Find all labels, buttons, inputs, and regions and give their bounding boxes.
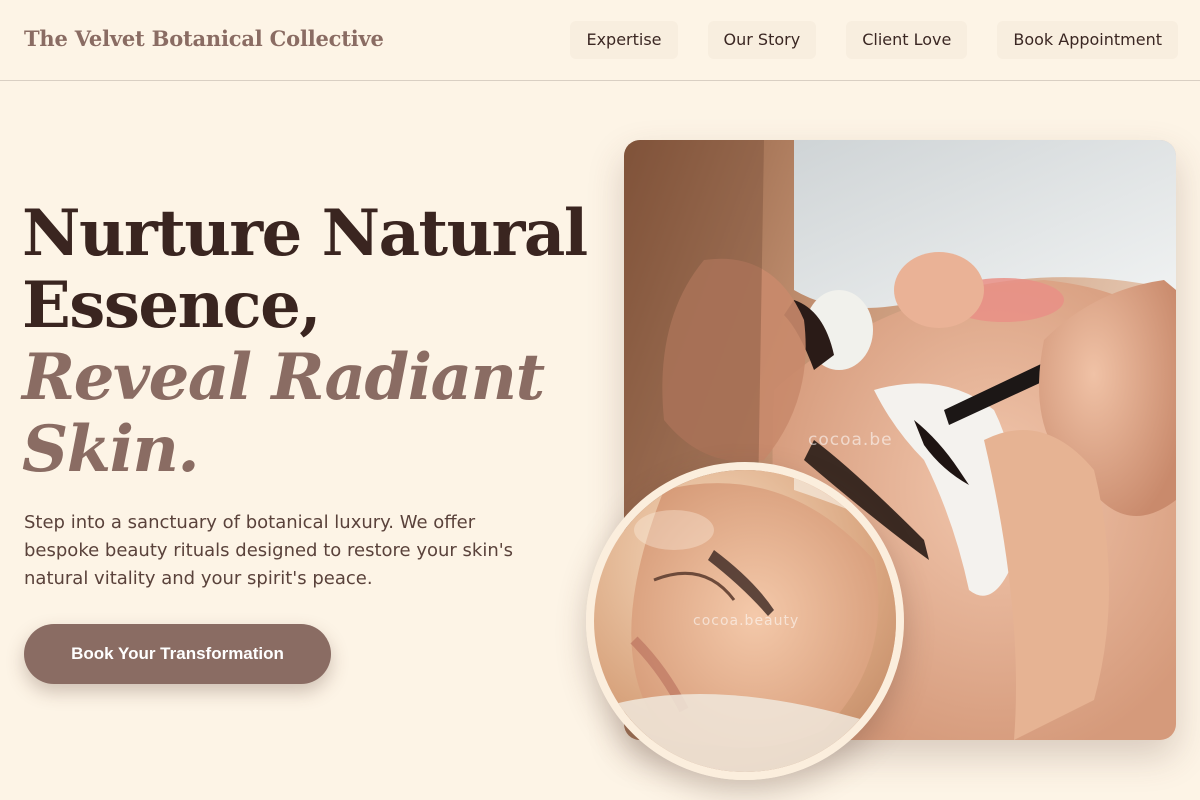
hero-description: Step into a sanctuary of botanical luxur… — [24, 512, 514, 589]
main-nav: Expertise Our Story Client Love Book App… — [570, 21, 1178, 59]
nav-book-appointment[interactable]: Book Appointment — [997, 21, 1178, 59]
headline-line-1: Nurture Natural — [22, 196, 588, 271]
hero-headline: Nurture Natural Essence, Reveal Radiant … — [22, 196, 588, 487]
nav-expertise[interactable]: Expertise — [570, 21, 678, 59]
book-transformation-button[interactable]: Book Your Transformation — [24, 624, 331, 684]
headline-accent-line-1: Reveal Radiant — [22, 340, 545, 415]
headline-accent-line-2: Skin. — [22, 412, 200, 487]
headline-line-2: Essence, — [22, 268, 322, 343]
facial-treatment-photo: cocoa.beauty — [586, 462, 904, 780]
nav-client-love[interactable]: Client Love — [846, 21, 968, 59]
nav-our-story[interactable]: Our Story — [707, 21, 817, 59]
brand-logo[interactable]: The Velvet Botanical Collective — [24, 26, 384, 51]
site-header: The Velvet Botanical Collective Expertis… — [0, 0, 1200, 81]
